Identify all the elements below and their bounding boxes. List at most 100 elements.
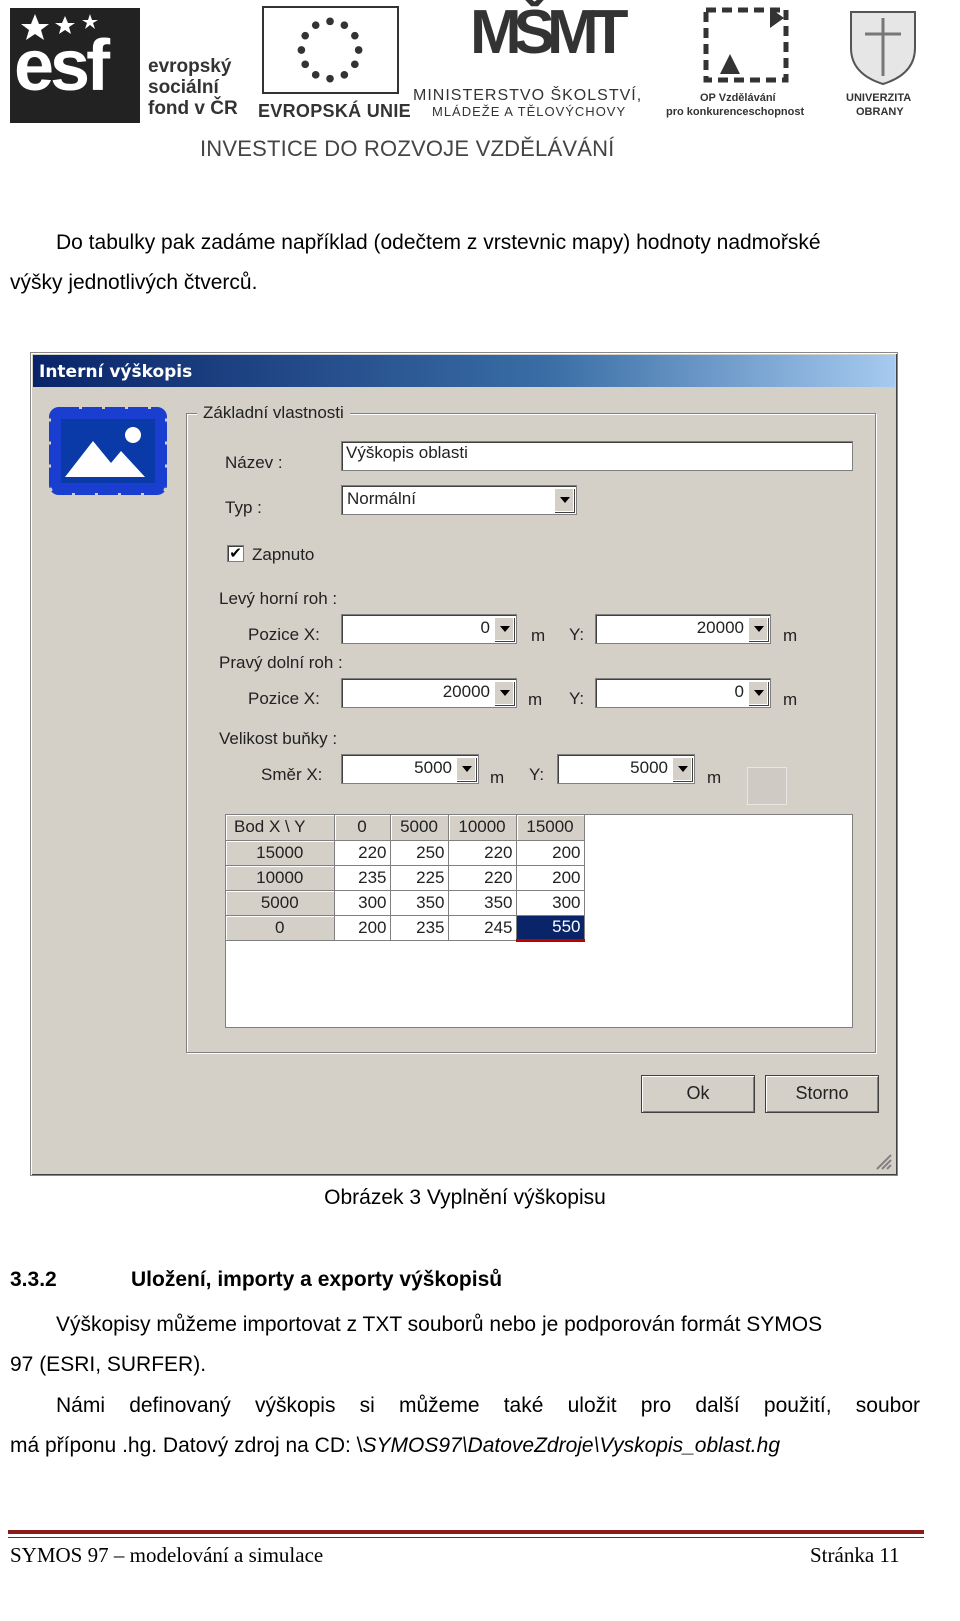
cell-size-y-value: 5000 [630, 758, 668, 777]
bottom-right-y-combo[interactable]: 0 [595, 678, 771, 708]
chevron-down-icon[interactable] [494, 617, 514, 641]
grid-cell[interactable]: 200 [334, 915, 391, 941]
grid-row: 15000 220 250 220 200 [226, 840, 585, 866]
save-paragraph: Námi definovaný výškopis si můžeme také … [10, 1386, 920, 1466]
intro-line: výšky jednotlivých čtverců. [10, 271, 258, 294]
chevron-down-icon[interactable] [672, 757, 692, 781]
enabled-label: Zapnuto [252, 545, 315, 564]
internal-elevation-dialog: Interní výškopis Základní vlastnosti Náz… [30, 352, 898, 1176]
unit-label: m [707, 768, 722, 787]
footer-rule [8, 1530, 924, 1534]
mountain-icon [49, 407, 167, 495]
grid-cell[interactable]: 200 [516, 865, 585, 891]
page-number: Stránka 11 [810, 1543, 900, 1567]
grid-cell[interactable]: 350 [390, 890, 449, 916]
figure-caption: Obrázek 3 Vyplnění výškopisu [324, 1186, 606, 1209]
group-label: Základní vlastnosti [197, 403, 350, 423]
elevation-table: Bod X \ Y 0 5000 10000 15000 15000 220 2… [226, 815, 585, 942]
grid-column-header[interactable]: 15000 [516, 815, 585, 841]
type-select[interactable]: Normální [341, 485, 577, 515]
esf-logo-text: evropský sociální fond v ČR [148, 56, 238, 119]
section-number: 3.3.2 [10, 1268, 57, 1291]
msmt-logo-line2: MLÁDEŽE A TĚLOVÝCHOVY [432, 104, 627, 119]
resize-grip-icon[interactable] [873, 1151, 893, 1171]
bottom-right-x-value: 20000 [442, 682, 490, 701]
paragraph-text: má příponu .hg. Datový zdroj na CD: \ [10, 1434, 363, 1457]
y-label: Y: [529, 765, 545, 784]
ok-button[interactable]: Ok [641, 1075, 755, 1113]
grid-cell[interactable]: 235 [390, 915, 449, 941]
grid-column-header[interactable]: 5000 [390, 815, 449, 841]
grid-cell[interactable]: 245 [448, 915, 517, 941]
grid-row-header[interactable]: 10000 [226, 865, 335, 891]
op-logo-line2: pro konkurenceschopnost [666, 106, 805, 118]
grid-column-header[interactable]: 10000 [448, 815, 517, 841]
cell-size-x-combo[interactable]: 5000 [341, 754, 479, 784]
file-path: SYMOS97\DatoveZdroje\Vyskopis_oblast.hg [362, 1434, 781, 1457]
name-field[interactable]: Výškopis oblasti [341, 441, 853, 471]
chevron-down-icon[interactable] [748, 681, 768, 705]
footer-rule-thin [8, 1537, 924, 1538]
grid-row-header[interactable]: 0 [226, 915, 335, 941]
grid-cell[interactable]: 350 [448, 890, 517, 916]
dir-x-label: Směr X: [261, 765, 323, 784]
grid-cell-selected[interactable]: 550 [516, 915, 585, 942]
type-label: Typ : [225, 498, 262, 517]
type-select-value: Normální [347, 489, 416, 508]
cancel-button[interactable]: Storno [765, 1075, 879, 1113]
unit-label: m [783, 690, 798, 709]
grid-row-header[interactable]: 15000 [226, 840, 335, 866]
msmt-logo-line1: MINISTERSTVO ŠKOLSTVÍ, [413, 87, 643, 104]
chevron-down-icon[interactable] [748, 617, 768, 641]
university-shield-icon [850, 11, 916, 86]
bottom-right-x-combo[interactable]: 20000 [341, 678, 517, 708]
op-logo-line1: OP Vzdělávání [700, 92, 776, 104]
footer-title: SYMOS 97 – modelování a simulace [10, 1543, 324, 1567]
paragraph-line: má příponu .hg. Datový zdroj na CD: \SYM… [10, 1426, 920, 1466]
unit-label: m [528, 690, 543, 709]
grid-cell[interactable]: 200 [516, 840, 585, 866]
apply-icon-button[interactable] [747, 767, 787, 805]
grid-row: 5000 300 350 350 300 [226, 890, 585, 916]
grid-row-header[interactable]: 5000 [226, 890, 335, 916]
unit-label: m [531, 626, 546, 645]
grid-cell[interactable]: 300 [516, 890, 585, 916]
esf-stars-icon [21, 14, 98, 40]
chevron-down-icon[interactable] [456, 757, 476, 781]
cell-size-label: Velikost buňky : [219, 729, 338, 748]
esf-text-line: fond v ČR [148, 98, 238, 119]
unit-label: m [490, 768, 505, 787]
paragraph-line: Námi definovaný výškopis si můžeme také … [56, 1394, 920, 1417]
uo-logo-line2: OBRANY [856, 106, 904, 118]
grid-cell[interactable]: 220 [448, 840, 517, 866]
uo-logo-line1: UNIVERZITA [846, 92, 912, 104]
cell-size-y-combo[interactable]: 5000 [557, 754, 695, 784]
name-label: Název : [225, 453, 283, 472]
enabled-checkbox[interactable]: ✔ [227, 545, 244, 562]
grid-cell[interactable]: 225 [390, 865, 449, 891]
grid-row: 0 200 235 245 550 [226, 915, 585, 942]
unit-label: m [783, 626, 798, 645]
grid-column-header[interactable]: 0 [334, 815, 391, 841]
grid-row: 10000 235 225 220 200 [226, 865, 585, 891]
msmt-logo-mark: MŠMT [470, 0, 629, 67]
grid-corner-header: Bod X \ Y [226, 815, 335, 841]
intro-line: Do tabulky pak zadáme například (odečtem… [56, 231, 821, 254]
grid-cell[interactable]: 235 [334, 865, 391, 891]
dialog-titlebar[interactable]: Interní výškopis [33, 355, 895, 387]
eu-flag-icon [262, 6, 399, 94]
chevron-down-icon[interactable] [494, 681, 514, 705]
esf-text-line: sociální [148, 77, 219, 98]
intro-paragraph: Do tabulky pak zadáme například (odečtem… [10, 223, 920, 303]
grid-cell[interactable]: 300 [334, 890, 391, 916]
pos-x-label: Pozice X: [248, 625, 320, 644]
op-logo-icon [703, 7, 789, 83]
grid-cell[interactable]: 220 [448, 865, 517, 891]
chevron-down-icon[interactable] [554, 488, 574, 512]
top-left-y-combo[interactable]: 20000 [595, 614, 771, 644]
y-label: Y: [569, 625, 585, 644]
top-left-x-combo[interactable]: 0 [341, 614, 517, 644]
grid-cell[interactable]: 250 [390, 840, 449, 866]
bottom-right-label: Pravý dolní roh : [219, 653, 343, 672]
grid-cell[interactable]: 220 [334, 840, 391, 866]
